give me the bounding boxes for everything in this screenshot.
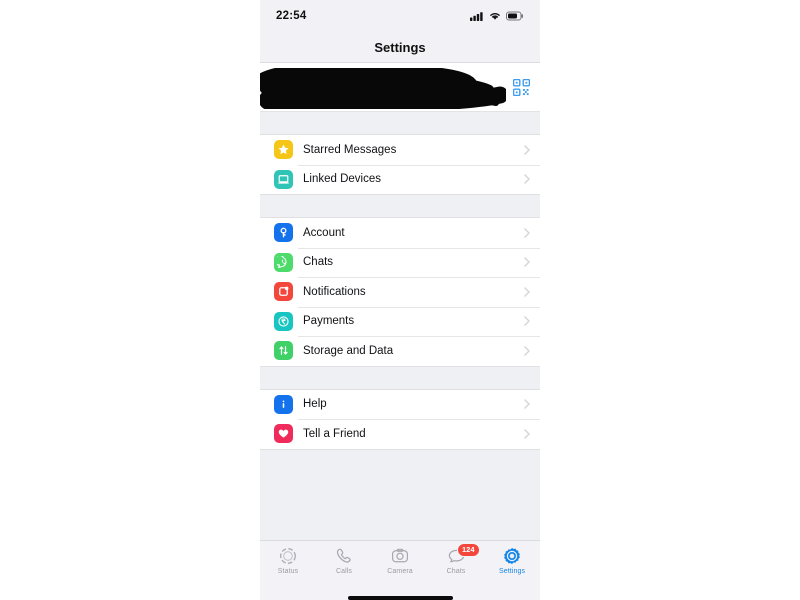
settings-section-support: Help Tell a Friend bbox=[260, 388, 540, 450]
phone-screen: 22:54 Settings Starred Messages Linked D… bbox=[260, 0, 540, 600]
chevron-right-icon bbox=[524, 316, 530, 326]
status-bar-time: 22:54 bbox=[276, 10, 307, 22]
cellular-signal-icon bbox=[470, 12, 483, 21]
chevron-right-icon bbox=[524, 145, 530, 155]
settings-section-app: Account Chats Notifications Payments Sto… bbox=[260, 217, 540, 367]
settings-row-account[interactable]: Account bbox=[260, 218, 540, 248]
screenshot-canvas: 22:54 Settings Starred Messages Linked D… bbox=[0, 0, 800, 600]
nav-bar: Settings bbox=[260, 32, 540, 63]
settings-row-notifications[interactable]: Notifications bbox=[260, 277, 540, 307]
page-title: Settings bbox=[374, 39, 426, 55]
status-bar: 22:54 bbox=[260, 0, 540, 32]
tab-settings[interactable]: Settings bbox=[484, 546, 540, 575]
profile-row[interactable] bbox=[260, 63, 540, 112]
chevron-right-icon bbox=[524, 174, 530, 184]
star-icon bbox=[274, 140, 293, 160]
tab-bar: Status Calls Camera 124 Chats Settings bbox=[260, 539, 540, 588]
settings-row-payments[interactable]: Payments bbox=[260, 306, 540, 336]
settings-row-tell-a-friend[interactable]: Tell a Friend bbox=[260, 419, 540, 449]
status-bar-icons bbox=[470, 11, 524, 21]
section-gap bbox=[260, 366, 540, 389]
info-icon bbox=[274, 394, 293, 414]
settings-row-linked-devices[interactable]: Linked Devices bbox=[260, 164, 540, 194]
redaction-scribble bbox=[260, 68, 506, 109]
settings-row-label: Tell a Friend bbox=[303, 427, 366, 440]
settings-row-help[interactable]: Help bbox=[260, 389, 540, 419]
tab-label: Calls bbox=[335, 567, 353, 575]
heart-icon bbox=[274, 424, 293, 444]
tab-camera[interactable]: Camera bbox=[372, 546, 428, 575]
settings-row-label: Storage and Data bbox=[303, 344, 394, 357]
qr-code-icon[interactable] bbox=[513, 78, 530, 96]
camera-icon bbox=[391, 548, 409, 562]
settings-row-label: Linked Devices bbox=[303, 173, 381, 186]
settings-row-label: Chats bbox=[303, 256, 334, 269]
tab-calls[interactable]: Calls bbox=[316, 546, 372, 575]
status-ring-icon bbox=[280, 547, 296, 564]
section-gap bbox=[260, 112, 540, 134]
wifi-icon bbox=[490, 13, 500, 20]
settings-row-label: Starred Messages bbox=[303, 143, 397, 156]
chevron-right-icon bbox=[524, 228, 530, 238]
tab-label: Status bbox=[277, 567, 299, 575]
home-indicator-area bbox=[260, 587, 540, 600]
settings-row-starred-messages[interactable]: Starred Messages bbox=[260, 135, 540, 165]
empty-space bbox=[260, 449, 540, 540]
gear-icon bbox=[504, 547, 520, 564]
tab-label: Chats bbox=[446, 567, 466, 575]
phone-icon bbox=[336, 548, 351, 563]
settings-row-chats[interactable]: Chats bbox=[260, 247, 540, 277]
rupee-icon bbox=[274, 311, 293, 331]
home-indicator[interactable] bbox=[347, 595, 453, 600]
chat-bubble-icon bbox=[274, 252, 293, 272]
chevron-right-icon bbox=[524, 346, 530, 356]
settings-row-label: Payments bbox=[303, 315, 355, 328]
tab-label: Camera bbox=[387, 567, 413, 575]
tab-chats[interactable]: 124 Chats bbox=[428, 542, 484, 575]
chevron-right-icon bbox=[524, 257, 530, 267]
notification-icon bbox=[274, 282, 293, 302]
settings-section-personal: Starred Messages Linked Devices bbox=[260, 134, 540, 195]
key-icon bbox=[274, 223, 293, 243]
settings-row-label: Account bbox=[303, 226, 345, 239]
tab-label: Settings bbox=[498, 567, 526, 575]
settings-row-storage-and-data[interactable]: Storage and Data bbox=[260, 336, 540, 366]
arrows-updown-icon bbox=[274, 341, 293, 361]
settings-row-label: Notifications bbox=[303, 285, 366, 298]
tab-status[interactable]: Status bbox=[260, 546, 316, 575]
chevron-right-icon bbox=[524, 429, 530, 439]
section-gap bbox=[260, 195, 540, 217]
laptop-icon bbox=[274, 169, 293, 189]
battery-icon bbox=[506, 11, 523, 21]
chevron-right-icon bbox=[524, 399, 530, 409]
settings-row-label: Help bbox=[303, 398, 327, 411]
chevron-right-icon bbox=[524, 287, 530, 297]
chats-unread-badge: 124 bbox=[457, 542, 480, 557]
